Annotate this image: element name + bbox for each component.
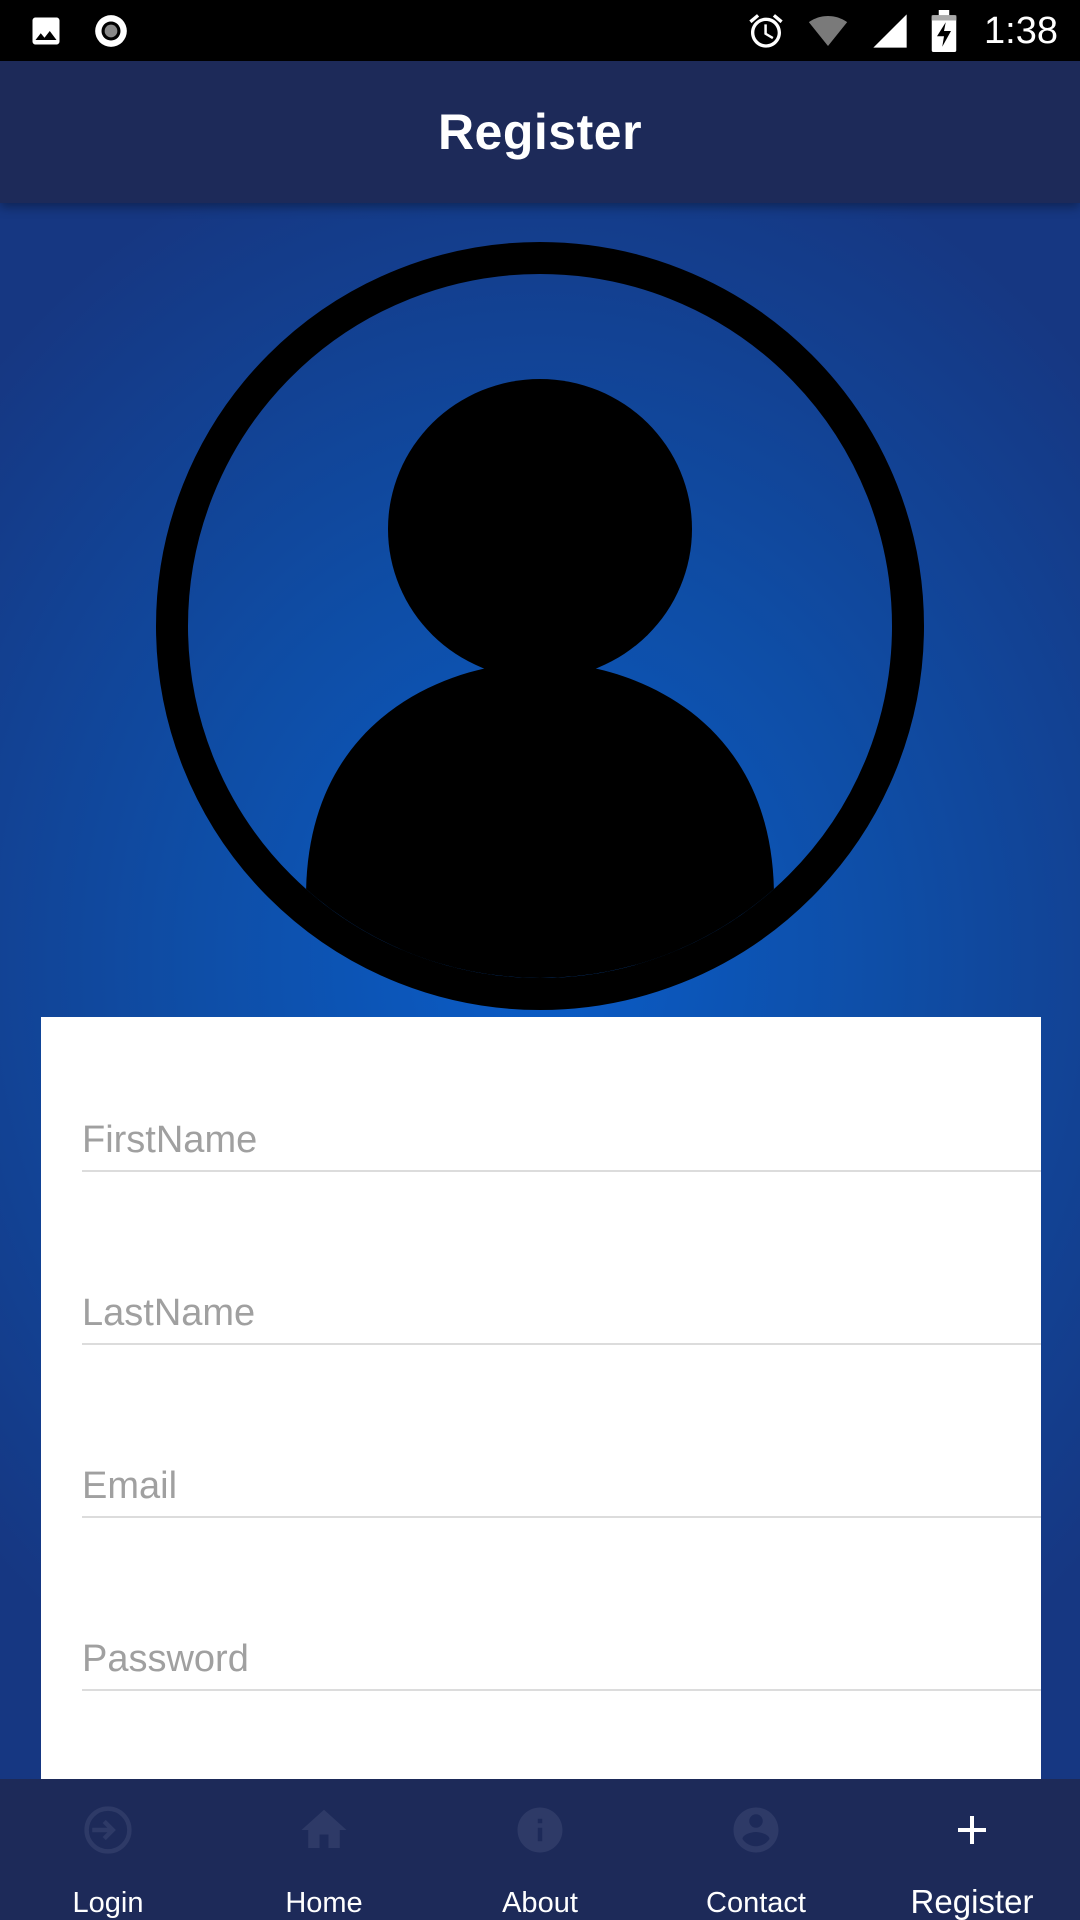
app-bar: Register	[0, 61, 1080, 203]
password-input[interactable]	[82, 1638, 1041, 1681]
alarm-icon	[749, 14, 783, 48]
battery-charging-icon	[931, 10, 957, 52]
nav-item-login[interactable]: Login	[0, 1779, 216, 1920]
last-name-field[interactable]	[82, 1263, 1041, 1345]
bottom-nav: Login Home About Contact Register	[0, 1779, 1080, 1920]
status-bar: 1:38	[0, 0, 1080, 61]
email-input[interactable]	[82, 1465, 1041, 1508]
image-icon	[32, 17, 60, 45]
nav-label-register: Register	[910, 1883, 1034, 1920]
plus-icon	[945, 1803, 999, 1857]
nav-label-home: Home	[285, 1887, 363, 1919]
register-form	[41, 1017, 1041, 1779]
login-icon	[81, 1803, 135, 1857]
signal-icon	[873, 14, 907, 48]
last-name-input[interactable]	[82, 1292, 1041, 1335]
nav-label-login: Login	[72, 1887, 144, 1919]
status-time: 1:38	[984, 9, 1058, 52]
status-right-icons: 1:38	[746, 8, 1058, 54]
first-name-field[interactable]	[82, 1090, 1041, 1172]
nav-item-contact[interactable]: Contact	[648, 1779, 864, 1920]
account-circle-icon	[729, 1803, 783, 1857]
user-avatar-icon[interactable]	[156, 242, 924, 1010]
wifi-icon	[808, 16, 848, 46]
nav-label-about: About	[502, 1887, 578, 1919]
register-screen: 1:38 Register FirstName LastName Email L…	[0, 0, 1080, 1920]
nav-label-contact: Contact	[706, 1887, 806, 1919]
record-icon	[95, 15, 127, 47]
first-name-input[interactable]	[82, 1119, 1041, 1162]
page-title: Register	[437, 104, 643, 160]
nav-item-register[interactable]: Register	[864, 1779, 1080, 1920]
nav-item-home[interactable]: Home	[216, 1779, 432, 1920]
info-icon	[513, 1803, 567, 1857]
status-left-icons	[28, 10, 130, 52]
email-field[interactable]	[82, 1436, 1041, 1518]
password-field[interactable]	[82, 1609, 1041, 1691]
home-icon	[297, 1803, 351, 1857]
nav-item-about[interactable]: About	[432, 1779, 648, 1920]
